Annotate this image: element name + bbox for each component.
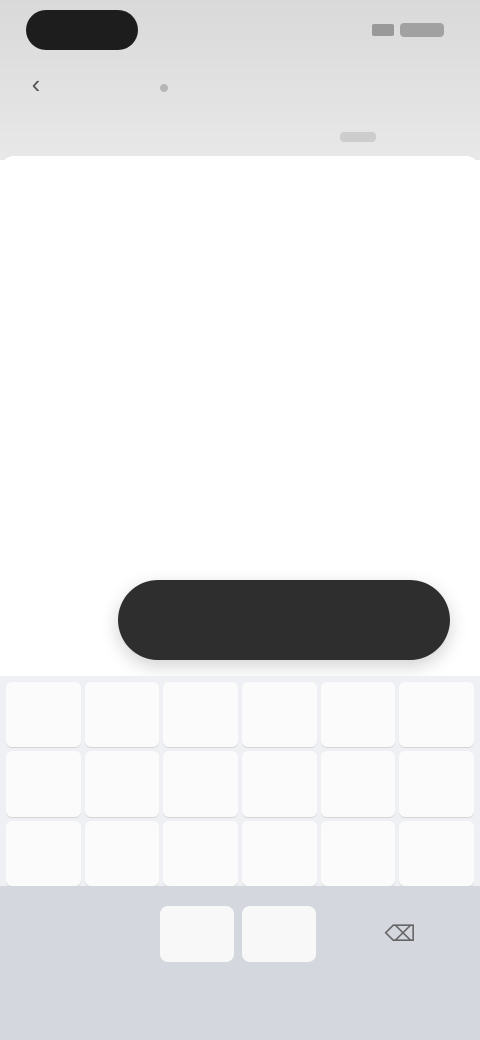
status-time — [26, 10, 138, 50]
key[interactable] — [84, 751, 160, 817]
key[interactable] — [241, 751, 317, 817]
delete-button[interactable]: ⌫ — [372, 908, 428, 960]
key-bottom-left[interactable] — [160, 906, 234, 962]
keyboard-bottom-row: ⌫ — [0, 886, 480, 1040]
top-bar: ‹ — [0, 0, 480, 160]
key[interactable] — [399, 682, 474, 748]
key[interactable] — [84, 820, 160, 886]
nav-handle — [340, 132, 376, 142]
numeric-keyboard: ⌫ — [0, 676, 480, 1040]
key[interactable] — [320, 682, 396, 748]
key[interactable] — [84, 682, 160, 748]
key[interactable] — [399, 820, 474, 886]
key[interactable] — [241, 682, 317, 748]
chevron-left-icon: ‹ — [31, 68, 41, 99]
key[interactable] — [163, 751, 238, 817]
backspace-icon: ⌫ — [384, 921, 416, 946]
key[interactable] — [241, 820, 317, 886]
key[interactable] — [6, 682, 81, 748]
key[interactable] — [163, 682, 238, 748]
key[interactable] — [6, 820, 81, 886]
nav-title — [200, 74, 290, 94]
key-grid — [0, 676, 480, 886]
key[interactable] — [320, 751, 396, 817]
back-button[interactable]: ‹ — [22, 68, 50, 99]
verification-sheet — [0, 156, 480, 676]
key[interactable] — [399, 751, 474, 817]
signal-icon — [372, 24, 394, 36]
key[interactable] — [6, 751, 81, 817]
code-input[interactable] — [180, 418, 300, 464]
key-bottom-mid[interactable] — [242, 906, 316, 962]
status-indicators — [372, 20, 444, 40]
hint-text — [54, 616, 94, 632]
confirm-button[interactable] — [118, 580, 450, 660]
nav-dot-icon — [160, 84, 168, 92]
key[interactable] — [163, 820, 238, 886]
key[interactable] — [320, 820, 396, 886]
battery-icon — [400, 23, 444, 37]
